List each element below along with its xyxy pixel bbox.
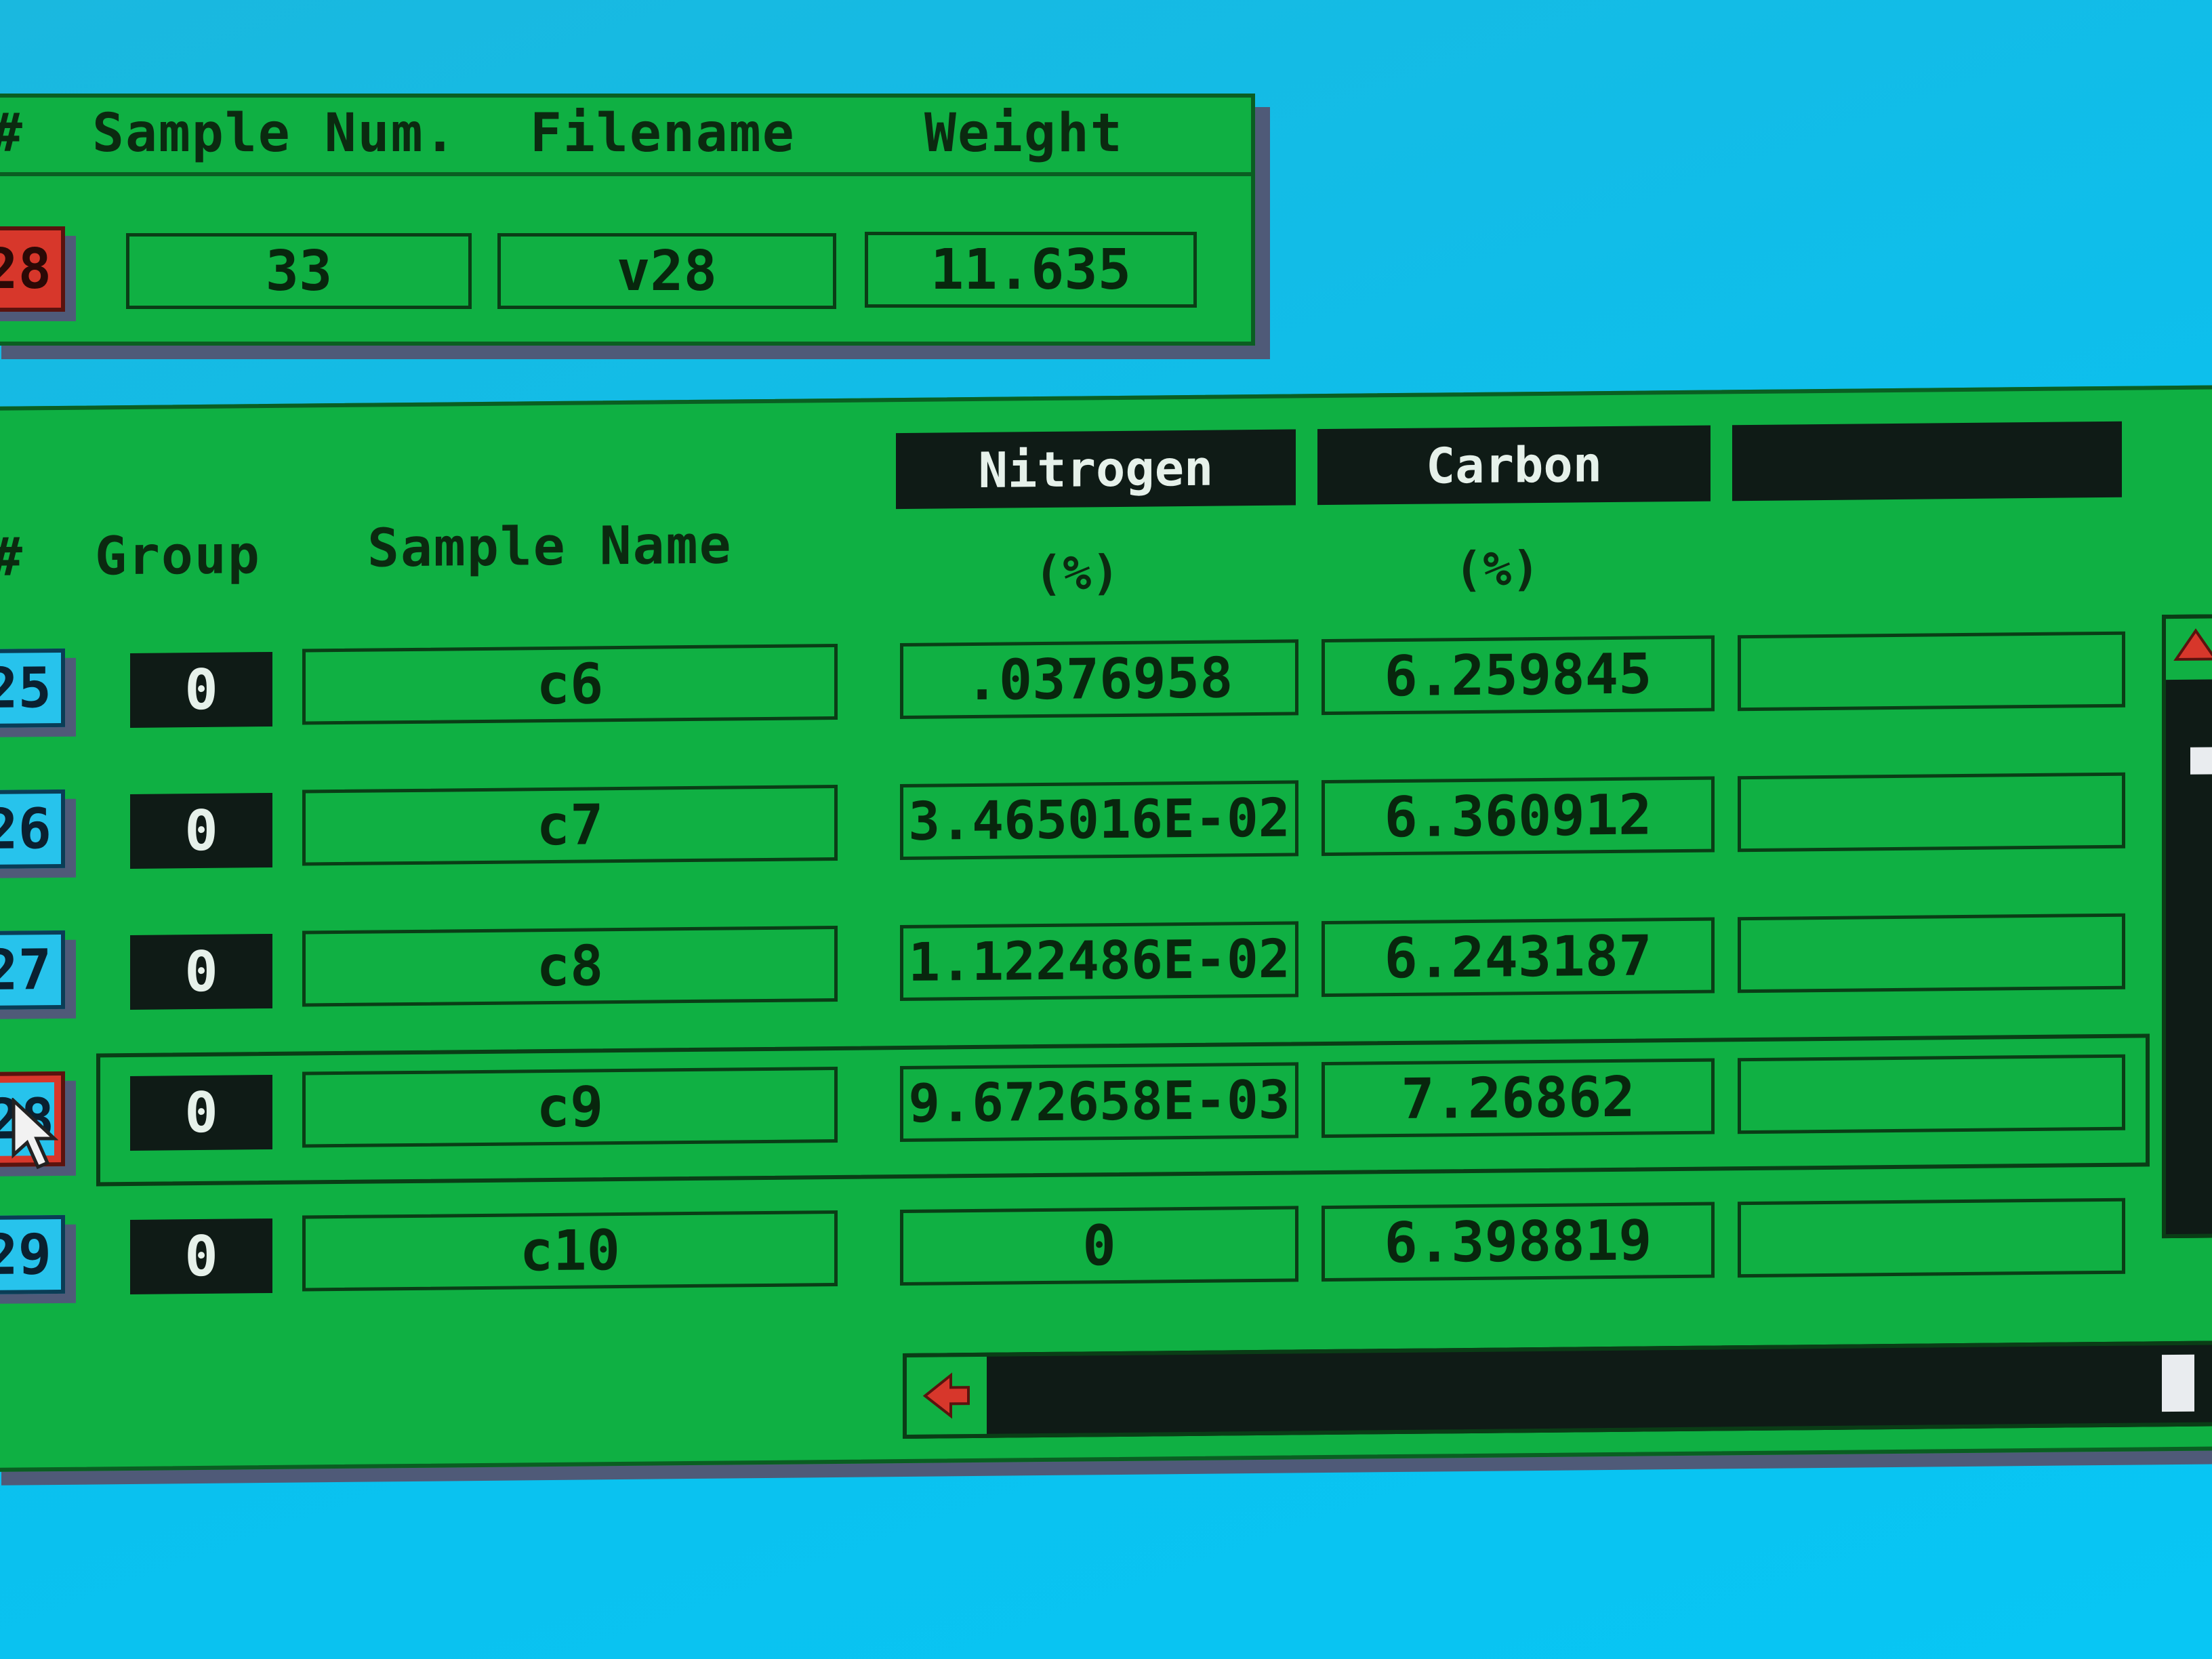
header-divider [0,172,1251,176]
sample-name-cell[interactable]: c6 [302,643,838,725]
row-number[interactable]: 25 [0,648,65,729]
horizontal-scrollbar[interactable] [903,1340,2212,1439]
carbon-cell[interactable]: 6.243187 [1322,917,1715,998]
extra-cell[interactable] [1738,1197,2125,1278]
column-header-empty[interactable] [1732,421,2122,501]
carbon-cell[interactable]: 6.398819 [1322,1202,1715,1282]
column-header-group: Group [95,525,261,588]
mouse-pointer-icon [12,1098,58,1170]
scroll-up-button[interactable] [2166,618,2212,680]
results-table-panel: # Group Sample Name Nitrogen Carbon (%) … [0,385,2212,1473]
sample-name-cell[interactable]: c8 [302,925,838,1007]
nitrogen-cell[interactable]: .0376958 [900,639,1298,720]
carbon-cell[interactable]: 6.259845 [1322,635,1715,716]
desktop-screen: # Sample Num. Filename Weight 28 33 v28 … [0,0,2212,1659]
group-cell[interactable]: 0 [130,651,272,728]
unit-label-carbon: (%) [1454,540,1540,598]
carbon-cell[interactable]: 7.26862 [1322,1058,1715,1139]
group-cell[interactable]: 0 [130,792,272,869]
extra-cell[interactable] [1738,631,2125,712]
column-header-weight: Weight [924,103,1124,164]
row-number[interactable]: 27 [0,930,65,1010]
row-number[interactable]: 26 [0,789,65,869]
unit-label-nitrogen: (%) [1034,544,1120,602]
selected-row-number[interactable]: 28 [0,226,65,312]
group-cell[interactable]: 0 [130,933,272,1010]
sample-info-panel: # Sample Num. Filename Weight 28 33 v28 … [0,94,1255,346]
filename-field[interactable]: v28 [497,233,836,309]
sample-name-cell[interactable]: c9 [302,1066,838,1148]
vertical-scrollbar[interactable] [2162,614,2212,1239]
sample-name-cell[interactable]: c7 [302,784,838,866]
extra-cell[interactable] [1738,913,2125,994]
sample-name-cell[interactable]: c10 [302,1210,838,1292]
extra-cell[interactable] [1738,772,2125,853]
column-header-num: # [0,103,24,164]
nitrogen-cell[interactable]: 3.465016E-02 [900,780,1298,861]
column-header-carbon[interactable]: Carbon [1317,425,1711,506]
sample-num-field[interactable]: 33 [126,233,472,309]
scroll-left-button[interactable] [907,1356,987,1435]
vertical-scroll-thumb[interactable] [2190,747,2212,775]
group-cell[interactable]: 0 [130,1074,272,1151]
group-cell[interactable]: 0 [130,1218,272,1294]
weight-field[interactable]: 11.635 [865,232,1197,308]
column-header-nitrogen[interactable]: Nitrogen [896,429,1296,510]
column-header-sample-num: Sample Num. [92,103,457,164]
arrow-up-icon [2173,628,2212,661]
carbon-cell[interactable]: 6.360912 [1322,776,1715,857]
nitrogen-cell[interactable]: 1.122486E-02 [900,921,1298,1002]
column-header-sample-name: Sample Name [367,514,733,579]
row-number[interactable]: 29 [0,1214,65,1295]
nitrogen-cell[interactable]: 9.672658E-03 [900,1062,1298,1143]
nitrogen-cell[interactable]: 0 [900,1206,1298,1286]
column-header-num: # [0,527,24,588]
horizontal-scroll-thumb[interactable] [2162,1354,2194,1412]
extra-cell[interactable] [1738,1054,2125,1134]
arrow-left-icon [922,1372,970,1419]
column-header-filename: Filename [530,103,796,164]
